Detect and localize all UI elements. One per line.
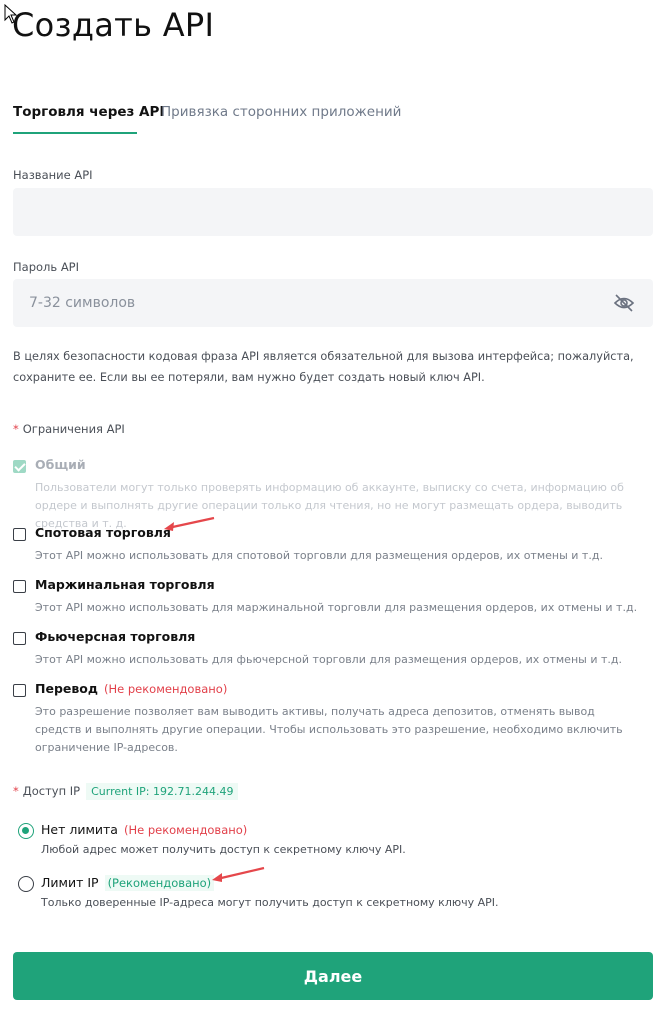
api-password-label: Пароль API xyxy=(13,260,80,274)
permission-futures-desc: Этот API можно использовать для фьючерсн… xyxy=(35,653,622,666)
ip-no-limit-title[interactable]: Нет лимита (Не рекомендовано) xyxy=(41,822,247,837)
page-title: Создать API xyxy=(12,6,215,44)
api-restrictions-label: * Ограничения API xyxy=(13,422,125,436)
permission-spot-desc: Этот API можно использовать для спотовой… xyxy=(35,549,603,562)
ip-access-label: * Доступ IP Current IP: 192.71.244.49 xyxy=(13,783,239,800)
ip-no-limit-title-text: Нет лимита xyxy=(41,822,118,837)
ip-no-limit-radio[interactable] xyxy=(18,823,34,839)
required-mark: * xyxy=(13,422,19,436)
permission-futures-checkbox[interactable] xyxy=(13,632,26,645)
active-tab-indicator xyxy=(13,132,137,134)
permission-margin-desc: Этот API можно использовать для маржинал… xyxy=(35,601,638,614)
next-button[interactable]: Далее xyxy=(13,952,653,1000)
ip-limit-title-text: Лимит IP xyxy=(41,875,99,890)
permission-transfer-checkbox[interactable] xyxy=(13,684,26,697)
security-notice: В целях безопасности кодовая фраза API я… xyxy=(13,350,634,384)
eye-off-icon[interactable] xyxy=(613,293,635,313)
api-restrictions-text: Ограничения API xyxy=(22,422,125,436)
ip-no-limit-desc: Любой адрес может получить доступ к секр… xyxy=(41,843,406,856)
permission-spot-title[interactable]: Спотовая торговля xyxy=(35,525,171,540)
ip-access-text: Доступ IP xyxy=(22,784,81,798)
annotation-arrow-icon xyxy=(164,516,215,531)
api-password-input[interactable] xyxy=(13,279,589,327)
permission-general-checkbox[interactable] xyxy=(13,460,26,473)
api-name-input[interactable] xyxy=(13,188,589,236)
tab-api-trading[interactable]: Торговля через API xyxy=(13,104,164,120)
api-name-label: Название API xyxy=(13,168,93,182)
permission-transfer-title[interactable]: Перевод (Не рекомендовано) xyxy=(35,681,227,696)
not-recommended-badge: (Не рекомендовано) xyxy=(123,823,248,837)
ip-limit-desc: Только доверенные IP-адреса могут получи… xyxy=(41,896,499,909)
ip-limit-radio[interactable] xyxy=(18,876,34,892)
api-name-field-box xyxy=(13,188,653,236)
current-ip-badge: Current IP: 192.71.244.49 xyxy=(86,783,239,800)
required-mark: * xyxy=(13,784,19,798)
permission-futures-title[interactable]: Фьючерсная торговля xyxy=(35,629,195,644)
recommended-badge: (Рекомендовано) xyxy=(104,875,215,891)
permission-general-title: Общий xyxy=(35,457,86,472)
not-recommended-badge: (Не рекомендовано) xyxy=(103,682,228,696)
ip-limit-title[interactable]: Лимит IP (Рекомендовано) xyxy=(41,875,215,891)
annotation-arrow-icon xyxy=(212,866,265,882)
permission-margin-title[interactable]: Маржинальная торговля xyxy=(35,577,215,592)
api-password-field-box xyxy=(13,279,653,327)
tab-bar: Торговля через API Привязка сторонних пр… xyxy=(13,96,653,134)
tab-third-party-apps[interactable]: Привязка сторонних приложений xyxy=(161,104,401,120)
permission-margin-checkbox[interactable] xyxy=(13,580,26,593)
permission-transfer-desc: Это разрешение позволяет вам выводить ак… xyxy=(35,705,623,754)
permission-transfer-title-text: Перевод xyxy=(35,681,98,696)
permission-spot-checkbox[interactable] xyxy=(13,528,26,541)
